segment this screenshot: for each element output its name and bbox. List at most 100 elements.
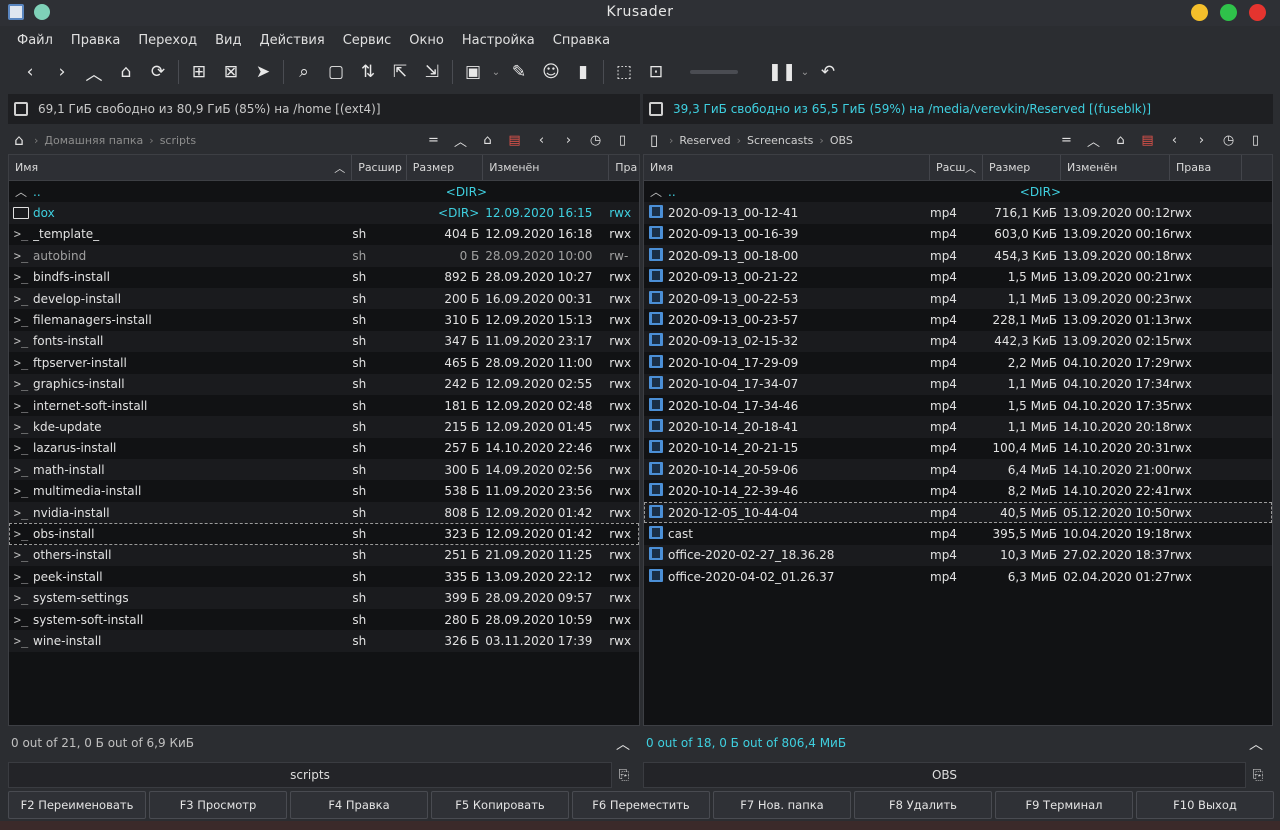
file-row[interactable]: >_ multimedia-install sh 538 Б 11.09.2020 23… (9, 480, 639, 501)
fkey-button[interactable]: F3 Просмотр (149, 791, 287, 819)
menu-item[interactable]: Окно (400, 33, 453, 48)
home-icon[interactable]: ⌂ (110, 57, 142, 87)
search-icon[interactable]: ⌕ (288, 57, 320, 87)
menu-item[interactable]: Переход (129, 33, 206, 48)
cursor-icon[interactable]: ➤ (247, 57, 279, 87)
file-row[interactable]: 2020-10-04_17-34-07 mp4 1,1 МиБ 04.10.2020 … (644, 373, 1272, 395)
media-icon[interactable]: ▯ (643, 131, 665, 149)
file-row[interactable]: office-2020-02-27_18.36.28 mp4 10,3 МиБ 27.… (644, 544, 1272, 567)
fkey-button[interactable]: F4 Правка (290, 791, 428, 819)
undo-icon[interactable]: ↶ (812, 57, 844, 87)
left-path-field[interactable]: scripts (8, 762, 612, 788)
file-row[interactable]: >_ others-install sh 251 Б 21.09.2020 11:25 r… (9, 544, 639, 567)
home-icon[interactable]: ⌂ (474, 133, 501, 148)
progress-slider[interactable] (690, 70, 738, 74)
file-row[interactable]: 2020-10-14_20-21-15 mp4 100,4 МиБ 14.10.202… (644, 438, 1272, 459)
menu-item[interactable]: Правка (62, 33, 129, 48)
equal-icon[interactable]: = (420, 133, 447, 148)
select-all-icon[interactable]: ⊞ (183, 57, 215, 87)
breadcrumb-item[interactable]: scripts (160, 134, 196, 147)
fkey-button[interactable]: F8 Удалить (854, 791, 992, 819)
unpack-icon[interactable]: ⇲ (416, 57, 448, 87)
minimize-button[interactable] (1191, 4, 1208, 21)
file-row[interactable]: >_ system-soft-install sh 280 Б 28.09.2020 1… (9, 609, 639, 630)
chevron-up-icon[interactable]: ︿ (616, 734, 630, 754)
col-size[interactable]: Размер (983, 155, 1061, 180)
terminal-emulator-icon[interactable]: ⎘ (1246, 762, 1270, 788)
col-date[interactable]: Изменён (483, 155, 610, 180)
back-icon[interactable]: ‹ (1161, 133, 1188, 148)
menu-item[interactable]: Файл (8, 33, 62, 48)
col-name[interactable]: Имя (644, 155, 930, 180)
history-icon[interactable]: ◷ (1215, 133, 1242, 148)
menu-item[interactable]: Вид (206, 33, 250, 48)
file-row[interactable]: 2020-09-13_00-18-00 mp4 454,3 КиБ 13.09.202… (644, 245, 1272, 267)
forward-icon[interactable]: › (555, 133, 582, 148)
home-icon[interactable]: ⌂ (8, 131, 30, 149)
file-row[interactable]: >_ wine-install sh 326 Б 03.11.2020 17:39 rwx (9, 630, 639, 652)
history-icon[interactable]: ◷ (582, 133, 609, 148)
back-icon[interactable]: ‹ (14, 57, 46, 87)
file-row[interactable]: 2020-09-13_00-23-57 mp4 228,1 МиБ 13.09.202… (644, 309, 1272, 330)
parent-dir-row[interactable]: ︿.. <DIR> (644, 181, 1272, 202)
file-list[interactable]: Имя ︿ Расшир Размер Изменён Пра ︿.. <DIR> d… (8, 154, 640, 726)
new-file-icon[interactable]: ▢ (320, 57, 352, 87)
col-ext[interactable]: Расш ︿ (930, 155, 983, 180)
compare-icon[interactable]: ⇅ (352, 57, 384, 87)
file-row[interactable]: 2020-09-13_00-12-41 mp4 716,1 КиБ 13.09.202… (644, 202, 1272, 224)
menu-item[interactable]: Настройка (453, 33, 544, 48)
file-row[interactable]: >_ ftpserver-install sh 465 Б 28.09.2020 11:… (9, 352, 639, 373)
file-list[interactable]: Имя Расш ︿ Размер Изменён Права ︿.. <DIR> 2… (643, 154, 1273, 726)
trash-icon[interactable]: ▮ (567, 57, 599, 87)
region-icon[interactable]: ⊡ (640, 57, 672, 87)
free-space-bar[interactable]: 69,1 ГиБ свободно из 80,9 ГиБ (85%) на /… (8, 94, 640, 124)
back-icon[interactable]: ‹ (528, 133, 555, 148)
file-row[interactable]: >_ peek-install sh 335 Б 13.09.2020 22:12 rwx (9, 566, 639, 587)
terminal-emulator-icon[interactable]: ⎘ (612, 762, 636, 788)
file-row[interactable]: >_ filemanagers-install sh 310 Б 12.09.2020 … (9, 309, 639, 330)
user-icon[interactable]: ☺ (535, 57, 567, 87)
home-icon[interactable]: ⌂ (1107, 133, 1134, 148)
parent-dir-row[interactable]: ︿.. <DIR> (9, 181, 639, 202)
breadcrumb-item[interactable]: OBS (830, 134, 853, 147)
col-size[interactable]: Размер (407, 155, 484, 180)
close-button[interactable] (1249, 4, 1266, 21)
fkey-button[interactable]: F7 Нов. папка (713, 791, 851, 819)
file-row[interactable]: >_ obs-install sh 323 Б 12.09.2020 01:42 rwx (9, 523, 639, 545)
file-row[interactable]: dox <DIR> 12.09.2020 16:15 rwx (9, 202, 639, 224)
media-icon[interactable]: ▯ (609, 133, 636, 148)
file-row[interactable]: >_ _template_ sh 404 Б 12.09.2020 16:18 rwx (9, 224, 639, 245)
file-row[interactable]: 2020-09-13_00-21-22 mp4 1,5 МиБ 13.09.2020 … (644, 267, 1272, 288)
fkey-button[interactable]: F2 Переименовать (8, 791, 146, 819)
file-row[interactable]: >_ fonts-install sh 347 Б 11.09.2020 23:17 rw… (9, 330, 639, 353)
file-row[interactable]: cast mp4 395,5 МиБ 10.04.2020 19:18 rwx (644, 523, 1272, 544)
file-row[interactable]: >_ autobind sh 0 Б 28.09.2020 10:00 rw- (9, 245, 639, 267)
pack-icon[interactable]: ⇱ (384, 57, 416, 87)
bookmark-icon[interactable]: ▤ (501, 133, 528, 148)
col-perm[interactable]: Права (1170, 155, 1242, 180)
free-space-bar[interactable]: 39,3 ГиБ свободно из 65,5 ГиБ (59%) на /… (643, 94, 1273, 124)
file-row[interactable]: 2020-12-05_10-44-04 mp4 40,5 МиБ 05.12.2020… (644, 501, 1272, 524)
file-row[interactable]: office-2020-04-02_01.26.37 mp4 6,3 МиБ 02.0… (644, 566, 1272, 587)
file-row[interactable]: >_ graphics-install sh 242 Б 12.09.2020 02:5… (9, 373, 639, 395)
up-icon[interactable]: ︿ (1080, 131, 1107, 150)
file-row[interactable]: >_ lazarus-install sh 257 Б 14.10.2020 22:46… (9, 438, 639, 459)
file-row[interactable]: 2020-10-14_22-39-46 mp4 8,2 МиБ 14.10.2020 … (644, 480, 1272, 501)
fkey-button[interactable]: F5 Копировать (431, 791, 569, 819)
file-row[interactable]: 2020-10-04_17-29-09 mp4 2,2 МиБ 04.10.2020 … (644, 352, 1272, 373)
bookmark-icon[interactable]: ▤ (1134, 133, 1161, 148)
file-row[interactable]: >_ develop-install sh 200 Б 16.09.2020 00:31… (9, 287, 639, 310)
media-icon[interactable]: ▯ (1242, 133, 1269, 148)
chevron-down-icon[interactable]: ⌄ (798, 67, 812, 78)
file-row[interactable]: 2020-10-14_20-18-41 mp4 1,1 МиБ 14.10.2020 … (644, 416, 1272, 438)
refresh-icon[interactable]: ⟳ (142, 57, 174, 87)
file-row[interactable]: >_ system-settings sh 399 Б 28.09.2020 09:57… (9, 587, 639, 609)
equal-icon[interactable]: = (1053, 133, 1080, 148)
file-row[interactable]: >_ internet-soft-install sh 181 Б 12.09.2020… (9, 395, 639, 416)
chevron-up-icon[interactable]: ︿ (1249, 734, 1263, 754)
forward-icon[interactable]: › (46, 57, 78, 87)
menu-item[interactable]: Справка (544, 33, 619, 48)
unselect-icon[interactable]: ⊠ (215, 57, 247, 87)
file-row[interactable]: 2020-09-13_00-22-53 mp4 1,1 МиБ 13.09.2020 … (644, 287, 1272, 310)
file-row[interactable]: 2020-09-13_02-15-32 mp4 442,3 КиБ 13.09.202… (644, 330, 1272, 353)
